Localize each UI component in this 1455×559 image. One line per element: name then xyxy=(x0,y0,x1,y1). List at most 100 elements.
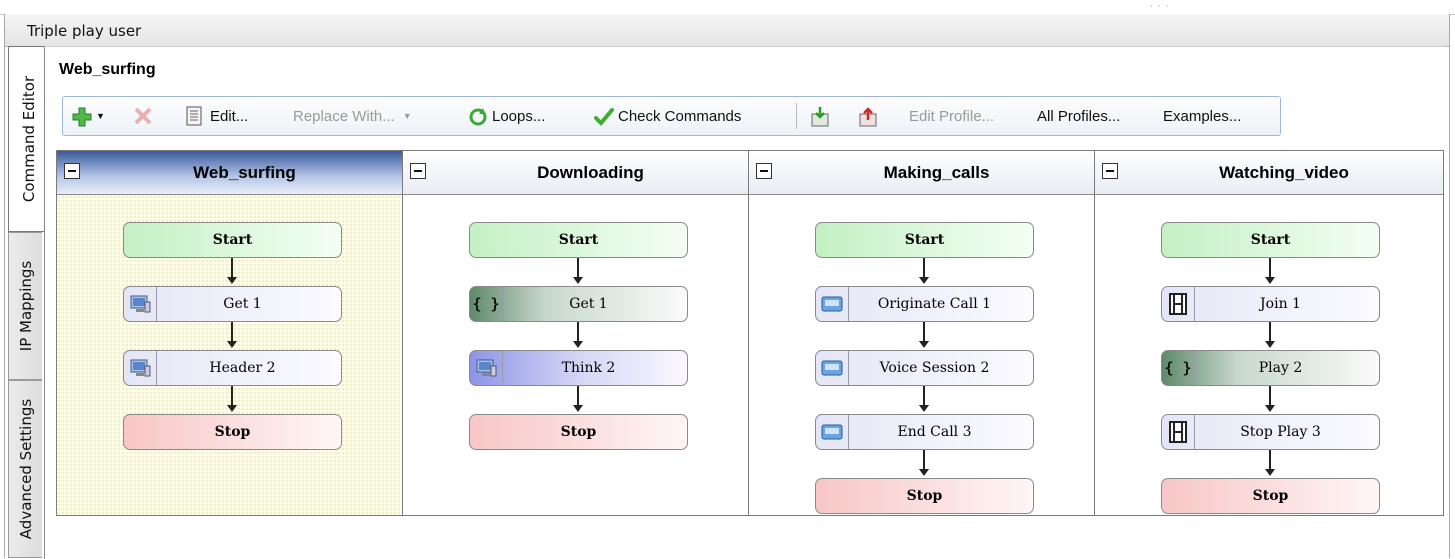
edit-label: Edit... xyxy=(210,107,249,125)
edit-button[interactable]: Edit... xyxy=(185,97,248,135)
start-node[interactable]: Start xyxy=(815,222,1034,258)
node-label: Play 2 xyxy=(1258,360,1303,376)
command-node[interactable]: { } Play 2 xyxy=(1161,350,1380,386)
command-node[interactable]: { } Get 1 xyxy=(469,286,688,322)
dropdown-arrow-icon: ▼ xyxy=(402,111,412,121)
command-node[interactable]: Header 2 xyxy=(123,350,342,386)
computer-icon xyxy=(124,287,157,321)
column-header[interactable]: Web_surfing xyxy=(57,151,402,195)
stop-node[interactable]: Stop xyxy=(123,414,342,450)
node-label: Voice Session 2 xyxy=(879,360,990,376)
tab-advanced-settings[interactable]: Advanced Settings xyxy=(8,380,42,558)
flow-arrow xyxy=(1265,258,1275,284)
scenario-grid: Web_surfing Start Get 1 Header 2 Stop Downloa… xyxy=(56,150,1444,516)
replace-with-button[interactable]: Replace With... ▼ xyxy=(293,97,412,135)
page-title: Web_surfing xyxy=(59,61,156,78)
export-button[interactable] xyxy=(857,97,882,135)
flow-arrow xyxy=(227,322,237,348)
edit-profile-label: Edit Profile... xyxy=(909,107,995,125)
loops-label: Loops... xyxy=(492,107,546,125)
flow-arrow xyxy=(573,258,583,284)
collapse-icon[interactable] xyxy=(1102,163,1118,179)
flow-canvas: Start Originate Call 1 Voice Session 2 End … xyxy=(749,195,1094,515)
start-node[interactable]: Start xyxy=(469,222,688,258)
dropdown-arrow-icon[interactable]: ▼ xyxy=(96,111,105,121)
braces-icon: { } xyxy=(470,287,503,321)
phone-icon xyxy=(816,351,849,385)
node-label: Start xyxy=(212,232,253,248)
loops-button[interactable]: Loops... xyxy=(467,97,545,135)
examples-label: Examples... xyxy=(1163,107,1242,125)
flow-column[interactable]: Watching_video Start Join 1 { } Play 2 Stop P… xyxy=(1095,151,1443,515)
node-label: Stop xyxy=(560,424,597,440)
stop-node[interactable]: Stop xyxy=(1161,478,1380,514)
flow-arrow xyxy=(1265,450,1275,476)
add-button[interactable]: ▼ xyxy=(71,97,105,135)
node-label: Stop xyxy=(1252,488,1289,504)
import-icon xyxy=(809,106,829,127)
node-label: Get 1 xyxy=(569,296,608,312)
computer-icon xyxy=(470,351,503,385)
command-editor-panel: Web_surfing ▼ Edit... Replace With... ▼ xyxy=(44,46,1445,559)
command-node[interactable]: End Call 3 xyxy=(815,414,1034,450)
phone-icon xyxy=(816,287,849,321)
loop-arrows-icon xyxy=(467,106,487,126)
collapse-icon[interactable] xyxy=(410,163,426,179)
command-node[interactable]: Originate Call 1 xyxy=(815,286,1034,322)
flow-canvas: Start { } Get 1 Think 2 Stop xyxy=(403,195,748,515)
column-header[interactable]: Watching_video xyxy=(1095,151,1443,195)
column-header[interactable]: Downloading xyxy=(403,151,748,195)
flow-arrow xyxy=(227,258,237,284)
tab-command-editor[interactable]: Command Editor xyxy=(8,46,48,232)
flow-arrow xyxy=(919,322,929,348)
stop-node[interactable]: Stop xyxy=(815,478,1034,514)
column-title: Web_surfing xyxy=(193,163,296,182)
collapse-icon[interactable] xyxy=(756,163,772,179)
toolbar: ▼ Edit... Replace With... ▼ Loops... Che… xyxy=(62,96,1281,136)
document-icon xyxy=(185,106,205,126)
plus-icon xyxy=(71,106,92,127)
flow-arrow xyxy=(919,450,929,476)
start-node[interactable]: Start xyxy=(1161,222,1380,258)
flow-arrow xyxy=(573,386,583,412)
flow-column[interactable]: Web_surfing Start Get 1 Header 2 Stop xyxy=(57,151,403,515)
import-button[interactable] xyxy=(809,97,834,135)
command-node[interactable]: Think 2 xyxy=(469,350,688,386)
tab-label: IP Mappings xyxy=(16,260,35,352)
node-label: Get 1 xyxy=(223,296,262,312)
stop-node[interactable]: Stop xyxy=(469,414,688,450)
column-title: Making_calls xyxy=(883,163,990,182)
examples-button[interactable]: Examples... xyxy=(1163,97,1241,135)
tab-label: Advanced Settings xyxy=(16,398,35,540)
command-node[interactable]: Join 1 xyxy=(1161,286,1380,322)
node-label: Think 2 xyxy=(561,360,616,376)
delete-button[interactable] xyxy=(133,97,158,135)
collapse-icon[interactable] xyxy=(64,163,80,179)
command-node[interactable]: Stop Play 3 xyxy=(1161,414,1380,450)
check-commands-label: Check Commands xyxy=(618,107,742,125)
checkmark-icon xyxy=(593,106,614,126)
phone-icon xyxy=(816,415,849,449)
tab-ip-mappings[interactable]: IP Mappings xyxy=(8,232,42,380)
flow-column[interactable]: Making_calls Start Originate Call 1 Voice S… xyxy=(749,151,1095,515)
edit-profile-button[interactable]: Edit Profile... xyxy=(909,97,994,135)
flow-column[interactable]: Downloading Start { } Get 1 Think 2 Stop xyxy=(403,151,749,515)
braces-icon: { } xyxy=(1162,351,1195,385)
resize-grip-icon[interactable]: · · · xyxy=(1150,2,1169,12)
node-label: Join 1 xyxy=(1260,296,1301,312)
flow-arrow xyxy=(919,258,929,284)
flow-arrow xyxy=(573,322,583,348)
film-icon xyxy=(1162,287,1195,321)
command-node[interactable]: Get 1 xyxy=(123,286,342,322)
flow-arrow xyxy=(919,386,929,412)
check-commands-button[interactable]: Check Commands xyxy=(593,97,741,135)
command-node[interactable]: Voice Session 2 xyxy=(815,350,1034,386)
start-node[interactable]: Start xyxy=(123,222,342,258)
all-profiles-button[interactable]: All Profiles... xyxy=(1037,97,1120,135)
column-header[interactable]: Making_calls xyxy=(749,151,1094,195)
all-profiles-label: All Profiles... xyxy=(1037,107,1121,125)
node-label: Start xyxy=(558,232,599,248)
flow-arrow xyxy=(1265,322,1275,348)
column-title: Watching_video xyxy=(1219,163,1349,182)
node-label: Originate Call 1 xyxy=(877,296,992,312)
